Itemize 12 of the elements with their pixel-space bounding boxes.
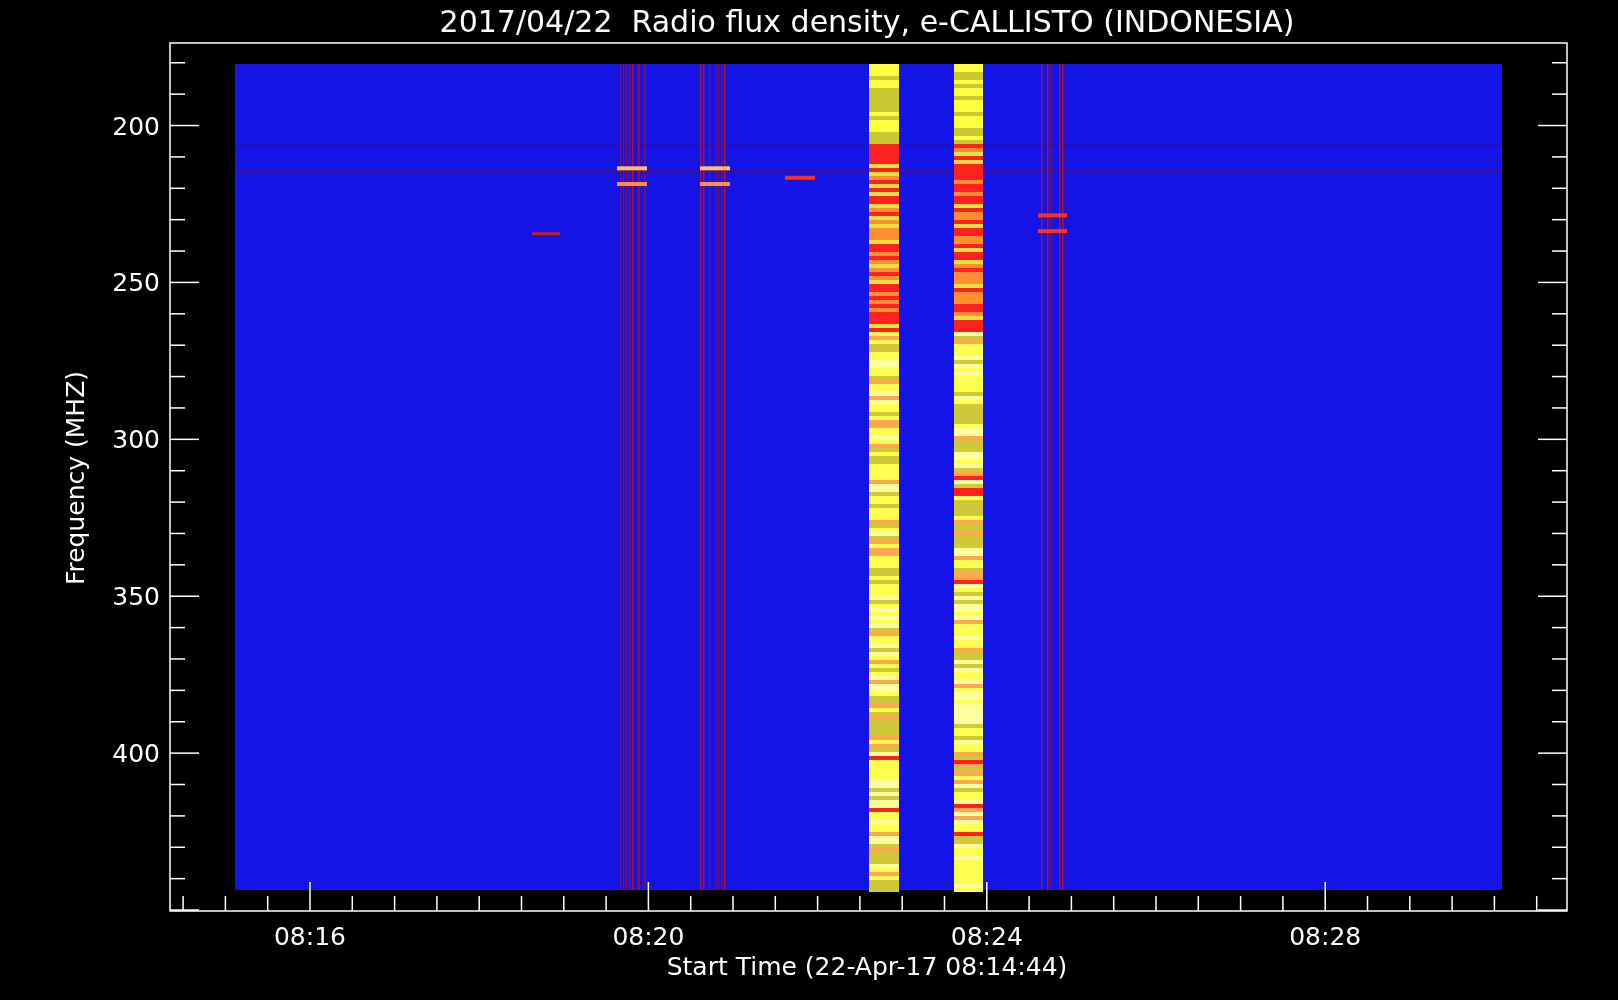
x-tick-label: 08:24 [950, 922, 1023, 951]
chart-title: 2017/04/22 Radio flux density, e-CALLISTO (INDONESIA) [439, 4, 1295, 39]
y-tick-label: 350 [112, 582, 160, 612]
y-tick-label: 300 [112, 425, 160, 455]
x-axis-label: Start Time (22-Apr-17 08:14:44) [666, 952, 1068, 981]
y-tick-label: 200 [112, 111, 160, 141]
y-axis-label: Frequency (MHZ) [61, 370, 90, 586]
x-tick-label: 08:16 [274, 922, 346, 951]
x-tick-label: 08:20 [612, 922, 685, 951]
x-tick-label: 08:28 [1289, 922, 1362, 951]
y-tick-label: 250 [112, 268, 160, 298]
y-tick-label: 400 [112, 739, 160, 769]
